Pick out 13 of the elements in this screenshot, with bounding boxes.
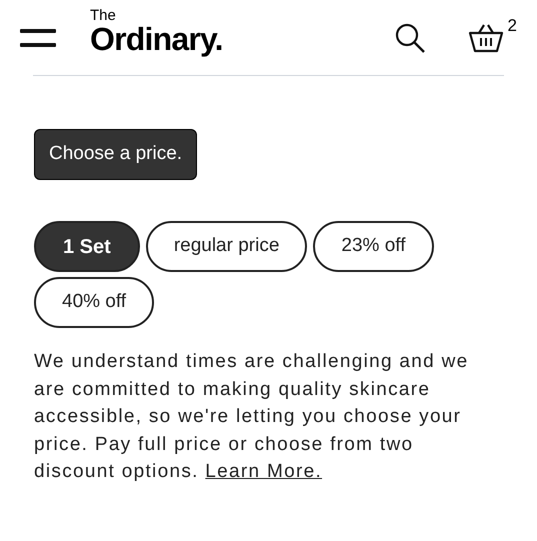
price-option[interactable]: 40% off xyxy=(34,277,154,328)
price-option[interactable]: 1 Set xyxy=(34,221,140,272)
description-text: We understand times are challenging and we are committed to making quality skincare accessible, so we're letting you choose your price. Pay full price or choose from two discount options. Learn More. xyxy=(34,350,470,484)
learn-more-link[interactable]: Learn More. xyxy=(205,461,322,482)
search-icon[interactable] xyxy=(394,22,426,54)
logo-text: The xyxy=(90,8,117,23)
choose-price-button[interactable]: Choose a price. xyxy=(34,129,198,180)
price-option[interactable]: 23% off xyxy=(313,221,434,272)
cart-count: 2 xyxy=(508,14,517,36)
price-option[interactable]: regular price xyxy=(146,221,308,272)
logo[interactable]: Ordinary. xyxy=(90,23,223,55)
basket-icon[interactable] xyxy=(468,22,504,52)
menu-icon[interactable] xyxy=(20,26,56,48)
